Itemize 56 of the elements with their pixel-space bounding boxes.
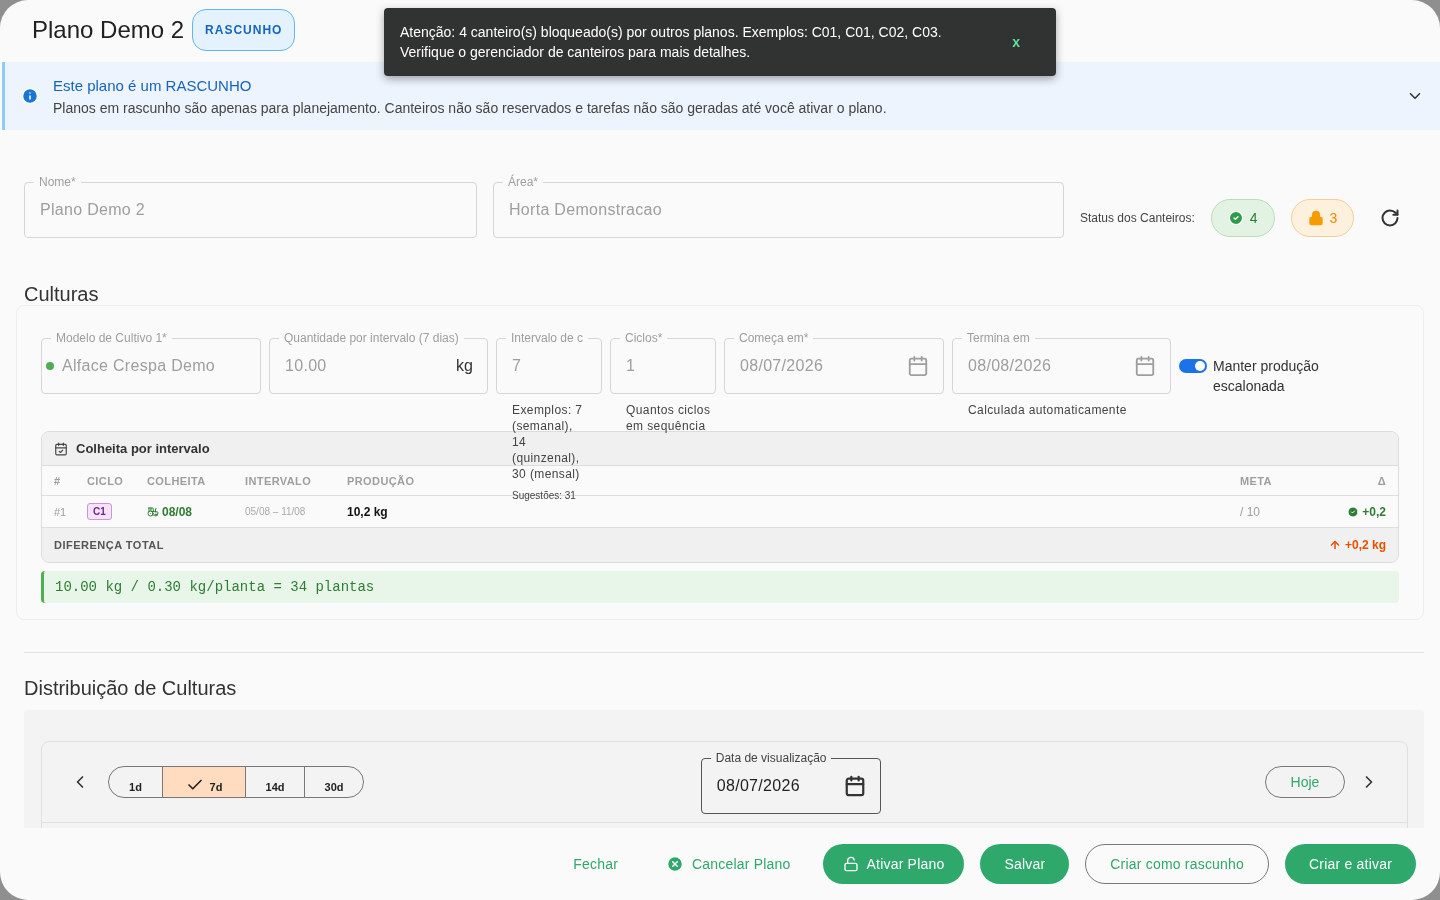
table-cell-text: 05/08 – 11/08 [245, 506, 307, 517]
column-header: # [54, 474, 61, 487]
table-cell-text: 10,2 kg [347, 504, 389, 519]
calendar-check-icon [54, 441, 68, 456]
bed-status-label: Status dos Canteiros: [1080, 210, 1195, 225]
total-value: +0,2 kg [1344, 538, 1386, 552]
locked-beds-chip: 3 [1290, 199, 1355, 237]
activate-button[interactable]: Ativar Plano [822, 844, 965, 884]
helper-text: Exemplos: 7 (semanal), 14 (quinzenal), 30 (mensal) [511, 402, 584, 482]
table-cell-text: #1 [54, 505, 68, 518]
range-option[interactable]: 7d [162, 767, 245, 797]
alert-title: Este plano é um RASCUNHO [53, 76, 252, 94]
alert-text: Planos em rascunho são apenas para planejamento. Canteiros não são reservados e tarefas não são geradas até você ativar o plano. [53, 99, 888, 116]
status-badge: RASCUNHO [192, 9, 296, 51]
available-beds-chip: 4 [1210, 199, 1275, 237]
column-header: PRODUÇÃO [347, 474, 415, 487]
lock-icon [1307, 210, 1324, 226]
column-header: INTERVALO [245, 474, 312, 487]
action-button[interactable]: Criar e ativar [1285, 844, 1416, 884]
suggestion-text: Sugestões: 31 [511, 490, 577, 501]
table-cell-text: / 10 [1240, 504, 1261, 519]
info-icon [21, 87, 39, 105]
column-header: Δ [1377, 474, 1386, 487]
close-button[interactable]: Fechar [557, 844, 634, 884]
formula-text: 10.00 kg / 0.30 kg/planta = 34 plantas [41, 571, 1399, 603]
toggle-switch[interactable] [1179, 359, 1207, 373]
total-label: DIFERENÇA TOTAL [54, 539, 164, 551]
dialog-title: Plano Demo 2 [32, 16, 185, 44]
table-title: Colheita por intervalo [76, 441, 210, 456]
arrow-up-icon [1328, 539, 1341, 551]
cancel-plan-button[interactable]: Cancelar Plano [650, 844, 807, 884]
check-circle-icon [1227, 210, 1244, 226]
helper-text: Quantos ciclos em sequência [625, 402, 712, 434]
range-option[interactable]: 30d [304, 767, 363, 797]
toast-close-button[interactable]: x [992, 26, 1040, 58]
refresh-icon[interactable] [1380, 208, 1401, 228]
column-header: META [1240, 474, 1272, 487]
range-option[interactable]: 1d [109, 767, 162, 797]
column-header: CICLO [87, 474, 124, 487]
tractor-icon [147, 505, 159, 518]
section-heading: Culturas [24, 283, 100, 305]
cycle-tag: C1 [87, 503, 112, 520]
date-field[interactable]: Data de visualização 08/07/2026 [700, 750, 881, 814]
unit-label: kg [456, 357, 473, 375]
table-cell: +0,2 [1340, 504, 1386, 519]
toast-message: Atenção: 4 canteiro(s) bloqueado(s) por outros planos. Exemplos: C01, C01, C02, C03. Verifique o gerenciador de canteiros para mais detalhes. [400, 23, 943, 62]
calendar-icon[interactable] [843, 775, 866, 797]
column-header: COLHEITA [147, 474, 206, 487]
close-icon [666, 855, 684, 873]
helper-text: Calculada automaticamente [967, 402, 1128, 418]
toggle-label: Manter produção escalonada [1213, 357, 1320, 396]
table-cell: 08/08 [147, 504, 245, 519]
section-heading: Distribuição de Culturas [24, 677, 238, 700]
unlock-icon [842, 856, 859, 872]
range-option[interactable]: 14d [245, 767, 304, 797]
action-button[interactable]: Salvar [980, 844, 1070, 884]
